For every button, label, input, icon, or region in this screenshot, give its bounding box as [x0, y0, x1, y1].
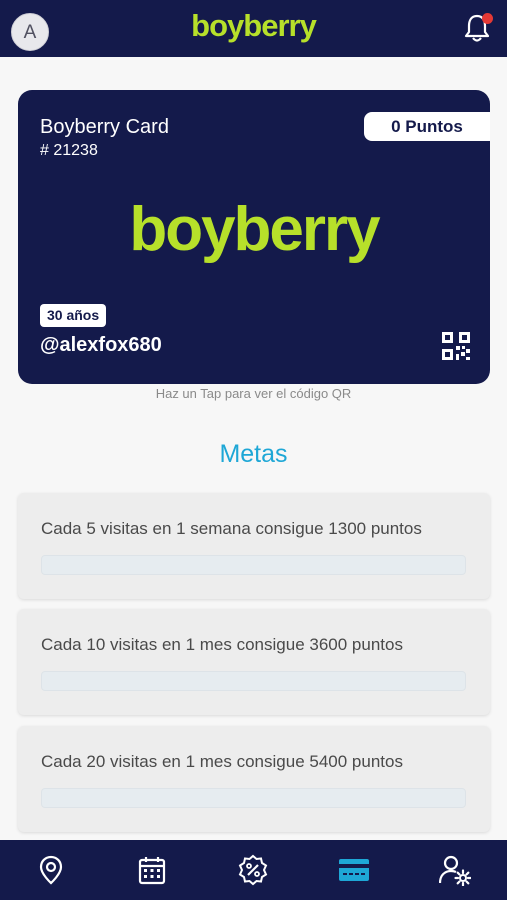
goal-progress-bar — [41, 788, 466, 808]
nav-item-promotions[interactable] — [202, 840, 303, 900]
qr-code-icon[interactable] — [442, 332, 470, 360]
goal-text: Cada 5 visitas en 1 semana consigue 1300… — [41, 519, 422, 538]
loyalty-card[interactable]: Boyberry Card # 21238 0 Puntos boyberry … — [18, 90, 490, 384]
goal-text: Cada 10 visitas en 1 mes consigue 3600 p… — [41, 635, 403, 654]
card-logo: boyberry — [129, 195, 380, 264]
card-number: # 21238 — [40, 142, 98, 159]
nav-item-card[interactable] — [303, 840, 404, 900]
card-icon — [339, 859, 369, 881]
goal-progress-bar — [41, 555, 466, 575]
goals-title: Metas — [219, 440, 288, 468]
goal-item: Cada 10 visitas en 1 mes consigue 3600 p… — [18, 609, 490, 715]
nav-item-profile-settings[interactable] — [404, 840, 505, 900]
nav-item-calendar[interactable] — [101, 840, 202, 900]
tap-hint: Haz un Tap para ver el código QR — [155, 386, 352, 401]
points-badge: 0 Puntos — [364, 112, 490, 141]
age-badge: 30 años — [40, 304, 107, 327]
goal-text: Cada 20 visitas en 1 mes consigue 5400 p… — [41, 752, 403, 771]
app-screen: A boyberry Boyberry Card # 21238 0 Punto… — [0, 0, 507, 900]
discount-badge-icon — [238, 854, 268, 886]
bottom-nav — [0, 840, 507, 900]
notification-dot — [482, 13, 493, 24]
nav-item-locations[interactable] — [0, 840, 101, 900]
goal-item: Cada 20 visitas en 1 mes consigue 5400 p… — [18, 726, 490, 832]
username: @alexfox680 — [40, 334, 162, 356]
goal-item: Cada 5 visitas en 1 semana consigue 1300… — [18, 493, 490, 599]
calendar-icon — [138, 857, 166, 885]
location-pin-icon — [39, 855, 63, 885]
goal-progress-bar — [41, 671, 466, 691]
top-header: A boyberry — [0, 0, 507, 57]
card-title: Boyberry Card — [40, 116, 169, 138]
user-settings-icon — [439, 855, 471, 886]
brand-logo: boyberry — [191, 8, 317, 43]
